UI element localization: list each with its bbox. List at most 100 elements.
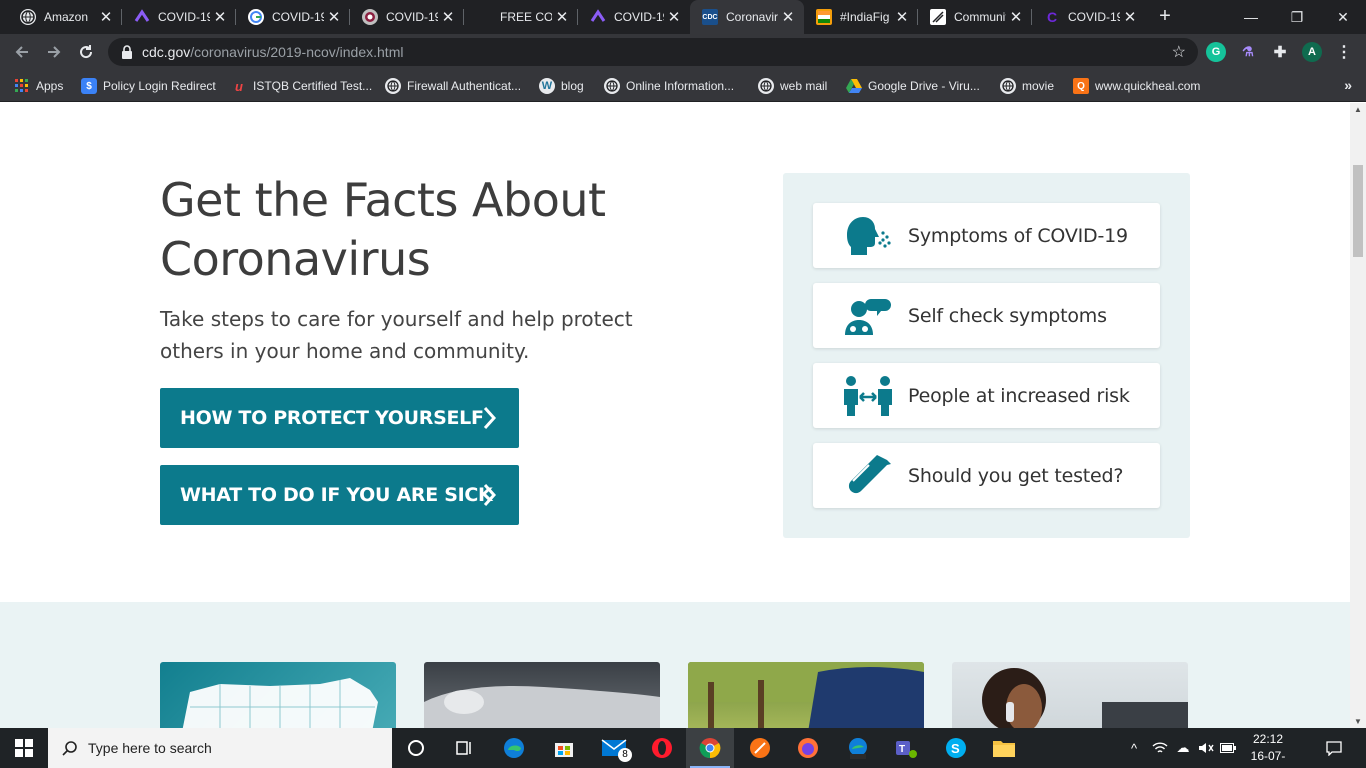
taskbar-store[interactable] bbox=[540, 728, 588, 768]
increased-risk-link-card[interactable]: People at increased risk bbox=[813, 363, 1160, 428]
close-icon[interactable]: ✕ bbox=[892, 8, 912, 26]
bookmark-policy-login[interactable]: $ Policy Login Redirect bbox=[81, 70, 216, 102]
grammarly-extension-icon[interactable]: G bbox=[1206, 42, 1226, 62]
windows-start-button[interactable] bbox=[0, 728, 48, 768]
action-center-icon[interactable] bbox=[1318, 728, 1350, 768]
tab-community[interactable]: Community ✕ bbox=[918, 0, 1032, 34]
us-map-image bbox=[182, 678, 378, 728]
tab-covid-5[interactable]: C COVID-19 ✕ bbox=[1032, 0, 1146, 34]
show-hidden-icons[interactable]: ^ bbox=[1124, 728, 1144, 768]
reload-icon bbox=[80, 45, 93, 59]
extensions-puzzle-icon[interactable]: ✚ bbox=[1270, 42, 1290, 62]
volume-muted-icon[interactable] bbox=[1196, 728, 1216, 768]
how-to-protect-yourself-button[interactable]: HOW TO PROTECT YOURSELF bbox=[160, 388, 519, 448]
store-icon bbox=[555, 743, 573, 757]
close-icon[interactable]: ✕ bbox=[664, 8, 684, 26]
us-map-image-card[interactable] bbox=[160, 662, 396, 728]
cortana-circle-icon bbox=[408, 740, 424, 756]
car-testing-image-card[interactable] bbox=[688, 662, 924, 728]
bookmark-movie[interactable]: movie bbox=[1000, 70, 1054, 102]
taskbar-app-orange[interactable] bbox=[736, 728, 784, 768]
battery-icon[interactable] bbox=[1218, 728, 1238, 768]
test-device-image-card[interactable] bbox=[424, 662, 660, 728]
more-menu-icon[interactable]: ⋮ bbox=[1334, 42, 1354, 62]
quick-link-label: People at increased risk bbox=[908, 384, 1130, 407]
google-icon bbox=[248, 9, 264, 25]
tab-covid-2[interactable]: COVID-19 ✕ bbox=[236, 0, 350, 34]
teams-icon: T bbox=[896, 741, 917, 758]
taskbar-skype[interactable]: S bbox=[932, 728, 980, 768]
bookmark-firewall[interactable]: Firewall Authenticat... bbox=[385, 70, 521, 102]
bookmarks-overflow-icon[interactable]: » bbox=[1344, 77, 1352, 93]
bookmark-google-drive[interactable]: Google Drive - Viru... bbox=[846, 70, 980, 102]
page-scrollbar[interactable]: ▲ ▼ bbox=[1350, 103, 1366, 728]
self-check-link-card[interactable]: Self check symptoms bbox=[813, 283, 1160, 348]
new-tab-button[interactable]: + bbox=[1154, 5, 1176, 27]
restore-button[interactable]: ❐ bbox=[1274, 0, 1320, 34]
bookmark-blog[interactable]: W blog bbox=[539, 70, 584, 102]
close-icon[interactable]: ✕ bbox=[1006, 8, 1026, 26]
back-button[interactable] bbox=[8, 38, 36, 66]
get-tested-link-card[interactable]: Should you get tested? bbox=[813, 443, 1160, 508]
tab-free-covid[interactable]: FREE COV ✕ bbox=[464, 0, 578, 34]
taskbar-file-explorer[interactable] bbox=[980, 728, 1028, 768]
woman-phone-image-card[interactable] bbox=[952, 662, 1188, 728]
close-icon[interactable]: ✕ bbox=[438, 8, 458, 26]
taskbar-clock[interactable]: 22:12 16-07-2020 bbox=[1240, 731, 1296, 768]
close-icon[interactable]: ✕ bbox=[324, 8, 344, 26]
tab-india-fights[interactable]: #IndiaFig ✕ bbox=[804, 0, 918, 34]
bookmark-web-mail[interactable]: web mail bbox=[758, 70, 827, 102]
scroll-up-arrow-icon[interactable]: ▲ bbox=[1354, 105, 1362, 114]
onedrive-cloud-icon[interactable]: ☁ bbox=[1173, 728, 1193, 768]
taskbar-search-box[interactable]: Type here to search bbox=[48, 728, 392, 768]
minimize-button[interactable]: — bbox=[1228, 0, 1274, 34]
forward-button[interactable] bbox=[40, 38, 68, 66]
browser-toolbar: cdc.gov/coronavirus/2019-ncov/index.html… bbox=[0, 34, 1366, 70]
taskbar-firefox[interactable] bbox=[784, 728, 832, 768]
apps-grid-icon bbox=[14, 78, 30, 94]
what-to-do-if-sick-button[interactable]: WHAT TO DO IF YOU ARE SICK bbox=[160, 465, 519, 525]
bookmark-quickheal[interactable]: Q www.quickheal.com bbox=[1073, 70, 1200, 102]
globe-icon bbox=[758, 78, 774, 94]
address-bar[interactable]: cdc.gov/coronavirus/2019-ncov/index.html… bbox=[108, 38, 1198, 66]
taskbar-teams[interactable]: T bbox=[882, 728, 930, 768]
tab-covid-1[interactable]: COVID-19 ✕ bbox=[122, 0, 236, 34]
lab-extension-icon[interactable]: ⚗ bbox=[1238, 42, 1258, 62]
bookmark-label: ISTQB Certified Test... bbox=[253, 79, 373, 93]
svg-text:S: S bbox=[951, 741, 960, 756]
bookmark-istqb[interactable]: u ISTQB Certified Test... bbox=[231, 70, 372, 102]
bookmark-apps[interactable]: Apps bbox=[14, 70, 63, 102]
button-label: HOW TO PROTECT YOURSELF bbox=[180, 407, 484, 429]
wifi-icon[interactable] bbox=[1150, 728, 1170, 768]
taskbar-chrome[interactable] bbox=[686, 728, 734, 768]
scroll-down-arrow-icon[interactable]: ▼ bbox=[1354, 717, 1362, 726]
reload-button[interactable] bbox=[72, 38, 100, 66]
close-icon[interactable]: ✕ bbox=[96, 8, 116, 26]
bookmark-label: blog bbox=[561, 79, 584, 93]
close-icon[interactable]: ✕ bbox=[210, 8, 230, 26]
tab-covid-4[interactable]: COVID-19 ✕ bbox=[578, 0, 690, 34]
close-icon[interactable]: ✕ bbox=[778, 8, 798, 26]
close-icon[interactable]: ✕ bbox=[1120, 8, 1140, 26]
tab-amazon[interactable]: Amazon ✕ bbox=[8, 0, 122, 34]
globe-icon bbox=[1000, 78, 1016, 94]
button-label: WHAT TO DO IF YOU ARE SICK bbox=[180, 484, 493, 506]
scroll-thumb[interactable] bbox=[1353, 165, 1363, 257]
taskbar-opera[interactable] bbox=[638, 728, 686, 768]
arc-icon bbox=[134, 9, 150, 25]
lock-icon[interactable] bbox=[120, 45, 134, 59]
close-window-button[interactable]: ✕ bbox=[1320, 0, 1366, 34]
bookmark-online-information[interactable]: Online Information... bbox=[604, 70, 734, 102]
taskbar-edge-beta[interactable] bbox=[834, 728, 882, 768]
cortana-button[interactable] bbox=[392, 728, 440, 768]
symptoms-link-card[interactable]: Symptoms of COVID-19 bbox=[813, 203, 1160, 268]
taskbar-edge[interactable] bbox=[490, 728, 538, 768]
taskbar-mail[interactable]: 8 bbox=[590, 728, 638, 768]
close-icon[interactable]: ✕ bbox=[552, 8, 572, 26]
task-view-button[interactable] bbox=[440, 728, 488, 768]
bookmark-star-icon[interactable]: ☆ bbox=[1172, 42, 1186, 62]
tab-coronavirus-active[interactable]: CDC Coronavirus ✕ bbox=[690, 0, 804, 34]
browser-tab-strip: Amazon ✕ COVID-19 ✕ COVID-19 ✕ COVID-19 … bbox=[0, 0, 1366, 34]
tab-covid-3[interactable]: COVID-19 ✕ bbox=[350, 0, 464, 34]
profile-avatar[interactable]: A bbox=[1302, 42, 1322, 62]
